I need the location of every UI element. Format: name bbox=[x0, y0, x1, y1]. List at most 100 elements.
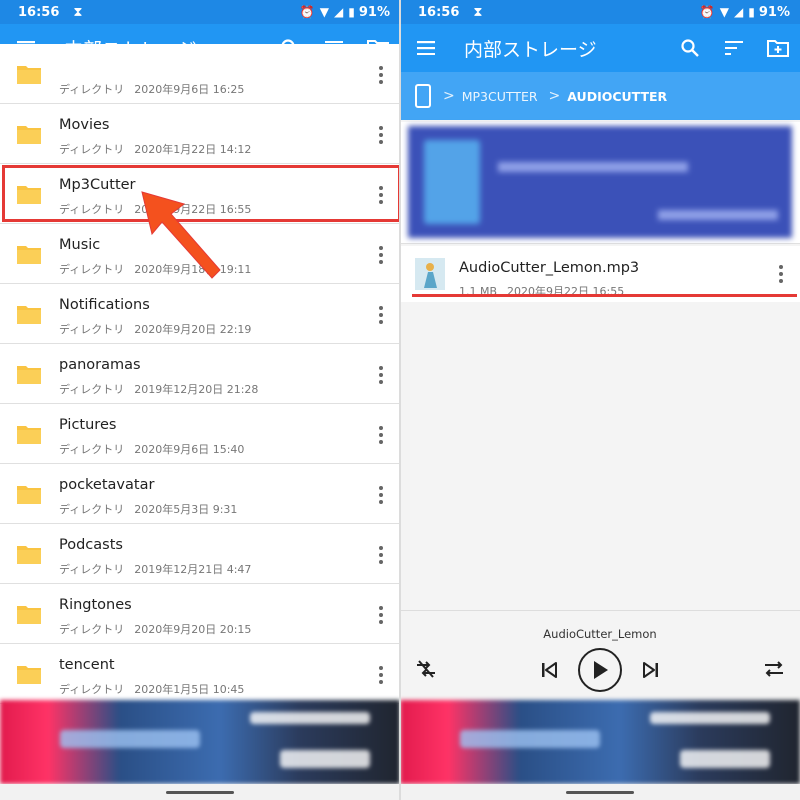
status-bar: 16:56 ⧗ ⏰ ▼ ◢ ▮ 91% bbox=[0, 0, 400, 24]
breadcrumb-item-audiocutter[interactable]: AUDIOCUTTER bbox=[567, 89, 667, 104]
folder-row[interactable]: panoramas ディレクトリ 2019年12月20日 21:28 bbox=[0, 344, 400, 404]
new-folder-icon[interactable] bbox=[756, 24, 800, 72]
folder-icon bbox=[17, 66, 41, 84]
folder-type: ディレクトリ bbox=[59, 683, 125, 696]
play-button[interactable] bbox=[578, 648, 622, 692]
folder-type: ディレクトリ bbox=[59, 563, 125, 576]
skip-previous-icon[interactable] bbox=[537, 658, 561, 682]
breadcrumb: > MP3CUTTER > AUDIOCUTTER bbox=[400, 72, 800, 120]
folder-date: 2020年1月22日 14:12 bbox=[134, 143, 252, 156]
wifi-icon: ▼ bbox=[719, 5, 730, 19]
folder-meta: ディレクトリ 2020年9月20日 22:19 bbox=[59, 321, 251, 337]
folder-row[interactable]: Pictures ディレクトリ 2020年9月6日 15:40 bbox=[0, 404, 400, 464]
folder-type: ディレクトリ bbox=[59, 623, 125, 636]
alarm-icon: ⏰ bbox=[699, 5, 715, 19]
more-vert-icon[interactable] bbox=[374, 124, 388, 146]
more-vert-icon[interactable] bbox=[374, 604, 388, 626]
signal-icon: ◢ bbox=[334, 5, 344, 19]
battery-level: 91% bbox=[758, 4, 790, 20]
signal-icon: ◢ bbox=[734, 5, 744, 19]
folder-icon bbox=[17, 246, 41, 264]
navigation-bar bbox=[400, 784, 800, 800]
pointer-arrow-icon bbox=[141, 191, 221, 279]
folder-type: ディレクトリ bbox=[59, 323, 125, 336]
hourglass-icon: ⧗ bbox=[473, 4, 483, 20]
folder-row[interactable]: Podcasts ディレクトリ 2019年12月21日 4:47 bbox=[0, 524, 400, 584]
folder-type: ディレクトリ bbox=[59, 503, 125, 516]
folder-icon bbox=[17, 666, 41, 684]
hourglass-icon: ⧗ bbox=[73, 4, 83, 20]
more-vert-icon[interactable] bbox=[374, 364, 388, 386]
gesture-handle[interactable] bbox=[566, 791, 634, 794]
search-icon[interactable] bbox=[668, 24, 712, 72]
play-icon bbox=[594, 661, 608, 679]
more-vert-icon[interactable] bbox=[374, 484, 388, 506]
folder-meta: ディレクトリ 2019年12月21日 4:47 bbox=[59, 561, 251, 577]
folder-meta: ディレクトリ 2020年5月3日 9:31 bbox=[59, 501, 237, 517]
folder-name: Notifications bbox=[59, 297, 150, 313]
status-bar: 16:56 ⧗ ⏰ ▼ ◢ ▮ 91% bbox=[400, 0, 800, 24]
folder-row[interactable]: ディレクトリ 2020年9月6日 16:25 bbox=[0, 44, 400, 104]
folder-icon bbox=[17, 126, 41, 144]
repeat-icon[interactable] bbox=[762, 657, 786, 681]
battery-level: 91% bbox=[358, 4, 390, 20]
folder-row[interactable]: tencent ディレクトリ 2020年1月5日 10:45 bbox=[0, 644, 400, 704]
folder-name: Pictures bbox=[59, 417, 117, 433]
app-title: 内部ストレージ bbox=[464, 38, 597, 61]
folder-type: ディレクトリ bbox=[59, 443, 125, 456]
folder-meta: ディレクトリ 2020年1月5日 10:45 bbox=[59, 681, 244, 697]
more-vert-icon[interactable] bbox=[774, 263, 788, 285]
skip-next-icon[interactable] bbox=[639, 658, 663, 682]
folder-name: Podcasts bbox=[59, 537, 123, 553]
mini-player: AudioCutter_Lemon bbox=[400, 610, 800, 700]
menu-icon[interactable] bbox=[400, 24, 452, 72]
more-vert-icon[interactable] bbox=[374, 244, 388, 266]
folder-meta: ディレクトリ 2020年9月6日 16:25 bbox=[59, 81, 244, 97]
alarm-icon: ⏰ bbox=[299, 5, 315, 19]
folder-date: 2020年9月6日 16:25 bbox=[134, 83, 245, 96]
breadcrumb-item-mp3cutter[interactable]: MP3CUTTER bbox=[462, 89, 538, 104]
more-vert-icon[interactable] bbox=[374, 664, 388, 686]
status-time: 16:56 bbox=[418, 4, 460, 20]
folder-row[interactable]: Notifications ディレクトリ 2020年9月20日 22:19 bbox=[0, 284, 400, 344]
sort-icon[interactable] bbox=[712, 24, 756, 72]
folder-name: Music bbox=[59, 237, 101, 253]
folder-date: 2019年12月21日 4:47 bbox=[134, 563, 252, 576]
battery-icon: ▮ bbox=[748, 5, 755, 19]
folder-name: Ringtones bbox=[59, 597, 132, 613]
folder-icon bbox=[17, 366, 41, 384]
folder-meta: ディレクトリ 2020年9月20日 20:15 bbox=[59, 621, 251, 637]
folder-type: ディレクトリ bbox=[59, 143, 125, 156]
file-name: AudioCutter_Lemon.mp3 bbox=[459, 260, 640, 276]
folder-icon bbox=[17, 306, 41, 324]
ad-banner bbox=[400, 122, 800, 244]
folder-date: 2020年9月20日 22:19 bbox=[134, 323, 252, 336]
folder-type: ディレクトリ bbox=[59, 83, 125, 96]
folder-icon bbox=[17, 606, 41, 624]
more-vert-icon[interactable] bbox=[374, 304, 388, 326]
status-time: 16:56 bbox=[18, 4, 60, 20]
highlight-underline bbox=[412, 294, 797, 297]
shuffle-off-icon[interactable] bbox=[414, 657, 438, 681]
left-screen: 16:56 ⧗ ⏰ ▼ ◢ ▮ 91% 内部ストレージ ディレクトリ2020年9… bbox=[0, 0, 400, 800]
folder-icon bbox=[17, 546, 41, 564]
phone-icon[interactable] bbox=[414, 84, 432, 108]
album-art-thumbnail bbox=[415, 258, 445, 290]
folder-icon bbox=[17, 486, 41, 504]
navigation-bar bbox=[0, 784, 400, 800]
ad-banner bbox=[0, 700, 400, 784]
gesture-handle[interactable] bbox=[166, 791, 234, 794]
divider bbox=[399, 0, 401, 800]
app-bar: 内部ストレージ bbox=[400, 24, 800, 72]
more-vert-icon[interactable] bbox=[374, 544, 388, 566]
more-vert-icon[interactable] bbox=[374, 64, 388, 86]
folder-row[interactable]: Movies ディレクトリ 2020年1月22日 14:12 bbox=[0, 104, 400, 164]
folder-meta: ディレクトリ 2020年9月6日 15:40 bbox=[59, 441, 244, 457]
folder-name: panoramas bbox=[59, 357, 141, 373]
chevron-right-icon: > bbox=[548, 88, 561, 104]
folder-row[interactable]: pocketavatar ディレクトリ 2020年5月3日 9:31 bbox=[0, 464, 400, 524]
folder-date: 2020年9月20日 20:15 bbox=[134, 623, 252, 636]
folder-row[interactable]: Ringtones ディレクトリ 2020年9月20日 20:15 bbox=[0, 584, 400, 644]
folder-meta: ディレクトリ 2020年1月22日 14:12 bbox=[59, 141, 251, 157]
more-vert-icon[interactable] bbox=[374, 424, 388, 446]
